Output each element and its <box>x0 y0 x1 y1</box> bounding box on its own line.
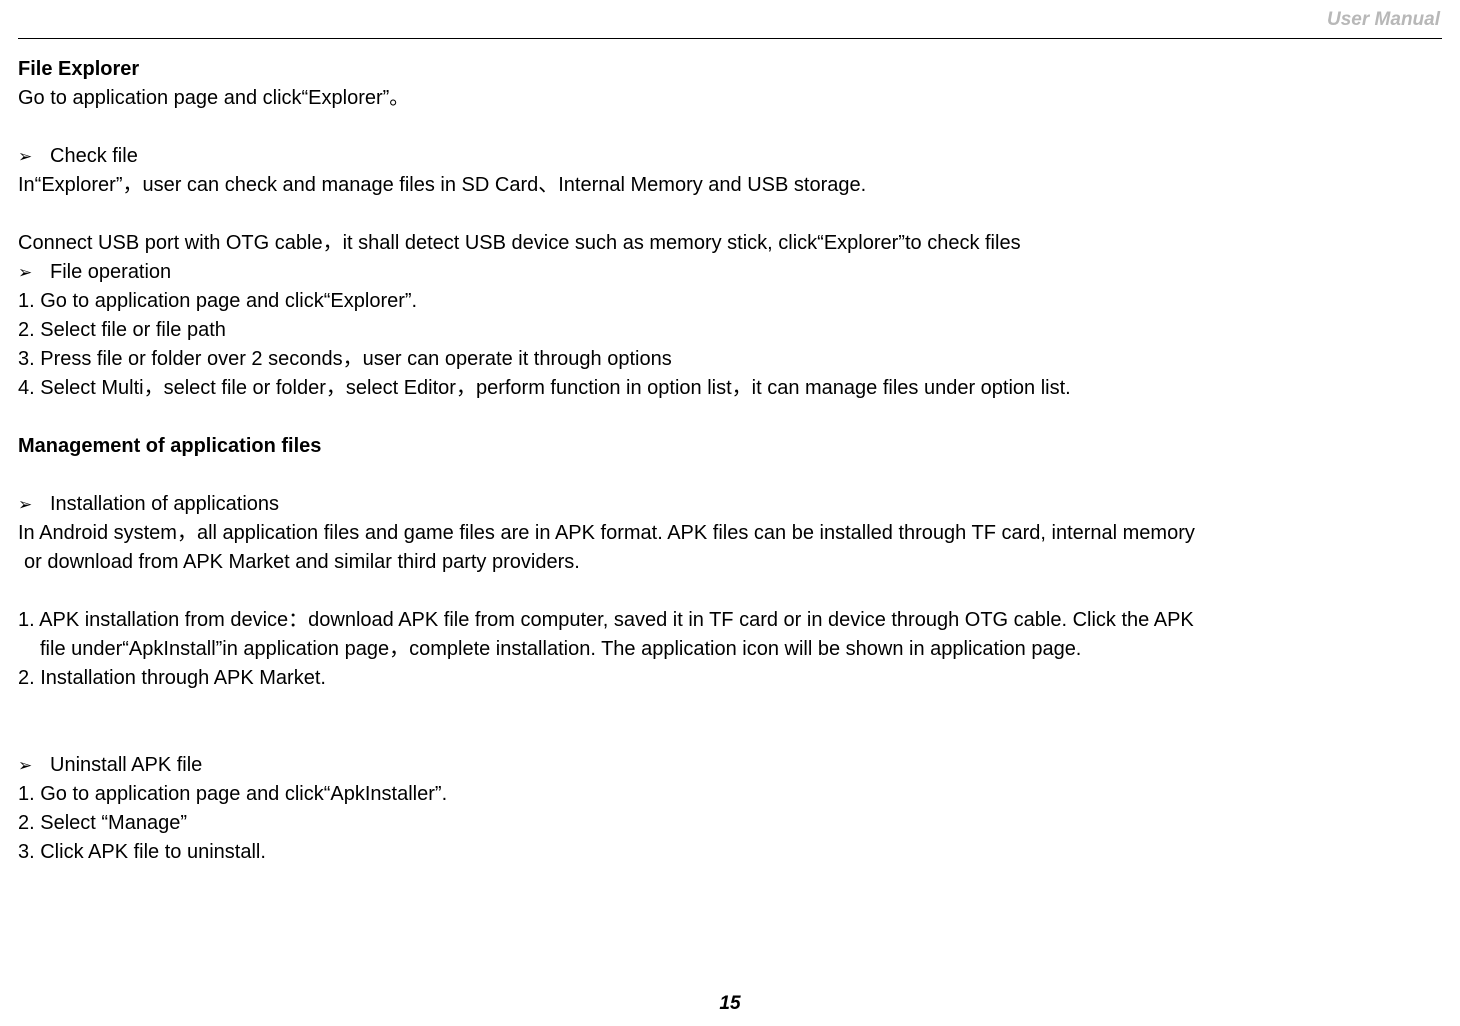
chevron-right-icon <box>18 259 50 286</box>
list-item: 2. Select “Manage” <box>18 809 1442 838</box>
section-title-file-explorer: File Explorer <box>18 55 1442 84</box>
intro-text: Go to application page and click“Explore… <box>18 84 1442 113</box>
bullet-label: Uninstall APK file <box>50 751 202 780</box>
list-item: 1. Go to application page and click“Expl… <box>18 287 1442 316</box>
list-item: 2. Installation through APK Market. <box>18 664 1442 693</box>
paragraph-text: Connect USB port with OTG cable，it shall… <box>18 229 1442 258</box>
paragraph-text: In“Explorer”，user can check and manage f… <box>18 171 1442 200</box>
chevron-right-icon <box>18 752 50 779</box>
bullet-label: Check file <box>50 142 138 171</box>
list-item: 4. Select Multi，select file or folder，se… <box>18 374 1442 403</box>
bullet-file-operation: File operation <box>18 258 1442 287</box>
list-item: 1. APK installation from device：download… <box>18 606 1442 635</box>
section-title-management: Management of application files <box>18 432 1442 461</box>
header-divider <box>18 38 1442 39</box>
paragraph-text: or download from APK Market and similar … <box>18 548 1442 577</box>
list-item: 3. Press file or folder over 2 seconds，u… <box>18 345 1442 374</box>
list-item: 1. Go to application page and click“ApkI… <box>18 780 1442 809</box>
chevron-right-icon <box>18 491 50 518</box>
chevron-right-icon <box>18 143 50 170</box>
bullet-label: File operation <box>50 258 171 287</box>
list-item: 3. Click APK file to uninstall. <box>18 838 1442 867</box>
page-number: 15 <box>0 990 1460 1018</box>
bullet-check-file: Check file <box>18 142 1442 171</box>
header-label: User Manual <box>18 6 1442 34</box>
bullet-label: Installation of applications <box>50 490 279 519</box>
bullet-uninstall: Uninstall APK file <box>18 751 1442 780</box>
list-item-cont: file under“ApkInstall”in application pag… <box>18 635 1442 664</box>
list-item: 2. Select file or file path <box>18 316 1442 345</box>
document-content: File Explorer Go to application page and… <box>18 55 1442 867</box>
bullet-installation: Installation of applications <box>18 490 1442 519</box>
paragraph-text: In Android system，all application files … <box>18 519 1442 548</box>
